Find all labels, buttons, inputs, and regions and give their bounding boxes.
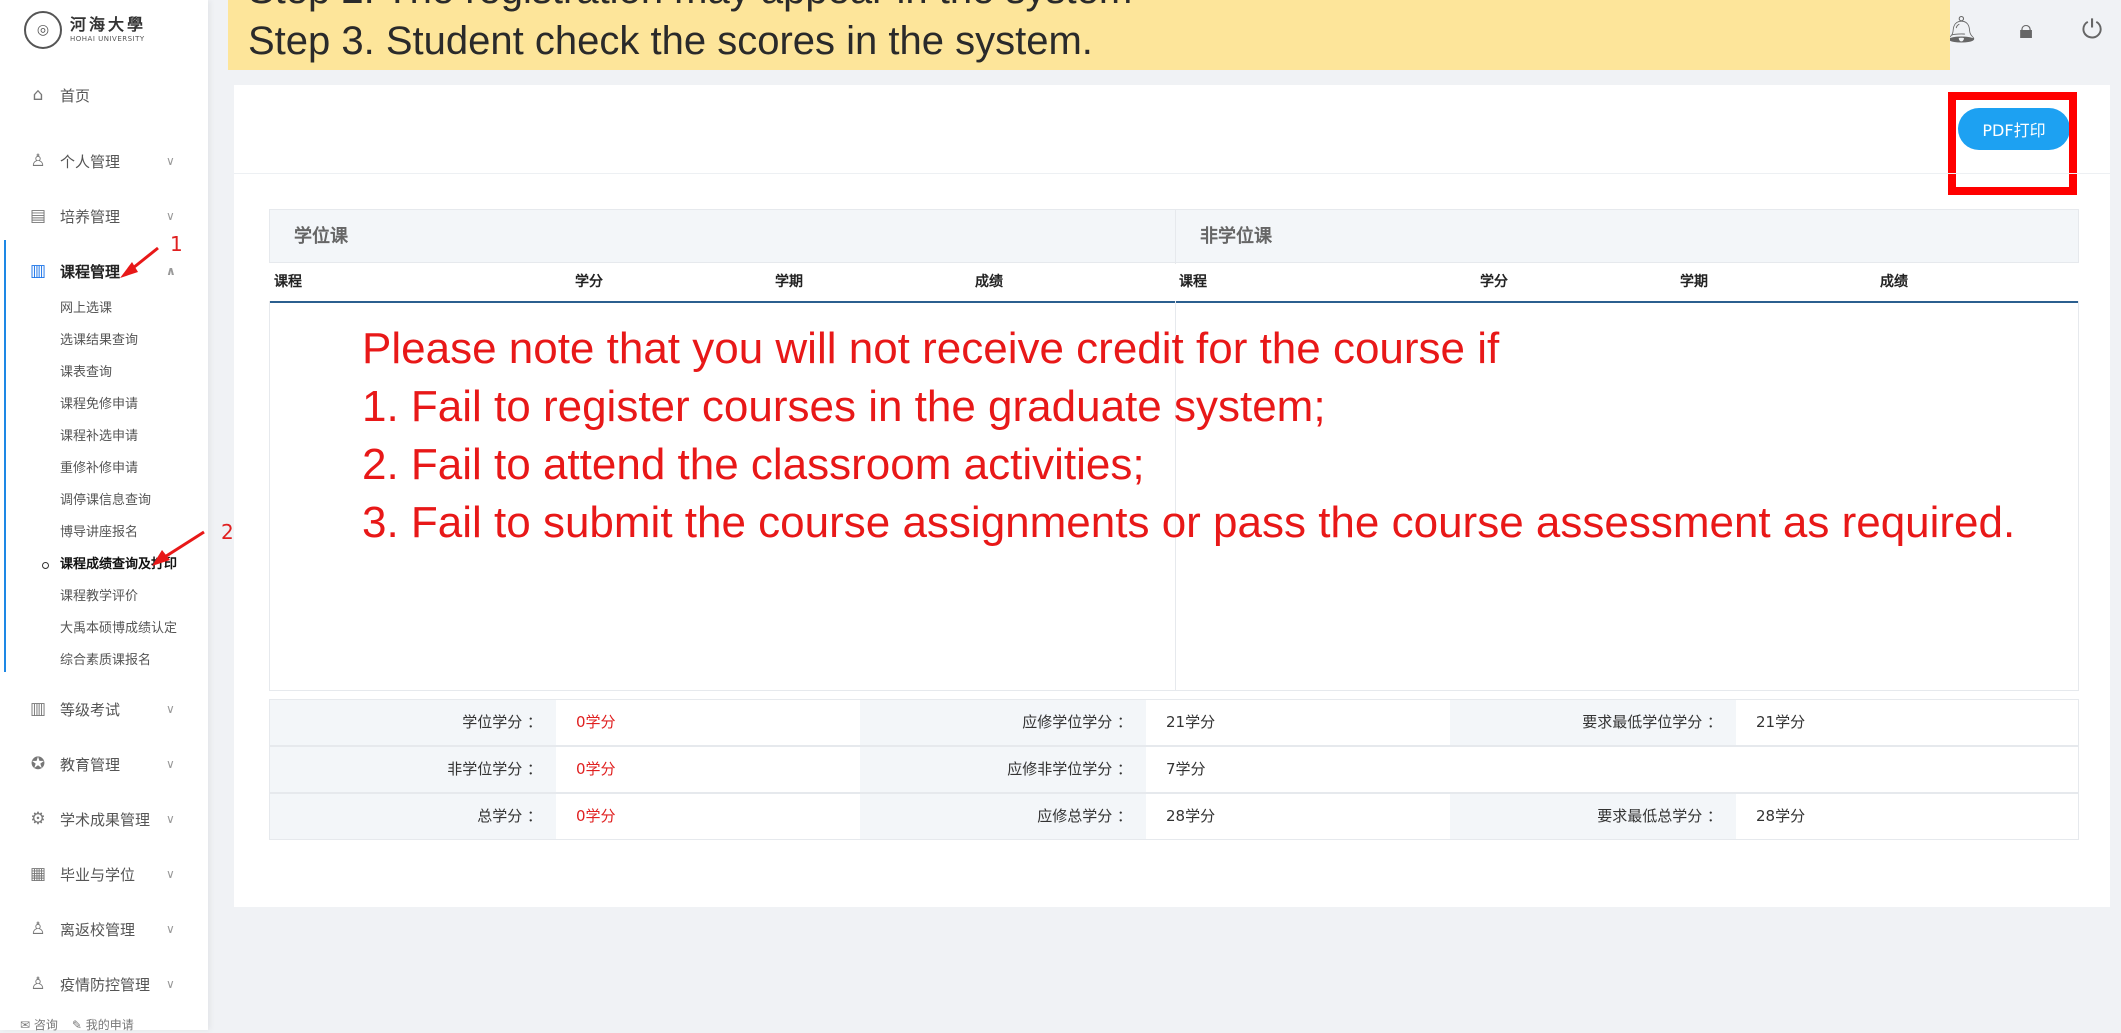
required-non-degree-credit-value: 7学分	[1146, 747, 2078, 792]
required-non-degree-credit-label: 应修非学位学分 ：	[860, 747, 1146, 792]
col-term[interactable]: 学期	[775, 263, 803, 301]
col-score[interactable]: 成绩	[975, 263, 1003, 301]
min-degree-credit-label: 要求最低学位学分 ：	[1450, 700, 1736, 745]
annotation-arrows	[120, 246, 205, 566]
col-course[interactable]: 课程	[1179, 263, 1207, 301]
power-icon[interactable]: ⏻	[2077, 15, 2107, 46]
header-tools: 🔔︎ 🔒︎ ⏻	[1945, 0, 2121, 60]
note-item-3: 3. Fail to submit the course assignments…	[362, 498, 2016, 547]
min-total-credit-label: 要求最低总学分 ：	[1450, 794, 1736, 839]
required-total-credit-value: 28学分	[1146, 794, 1450, 839]
card-divider	[234, 173, 2110, 174]
required-total-credit-label: 应修总学分 ：	[860, 794, 1146, 839]
table-column-header: 课程 学分 学期 成绩 课程 学分 学期 成绩	[269, 263, 2079, 303]
credit-warning-note: Please note that you will not receive cr…	[362, 320, 2015, 552]
pdf-print-button[interactable]: PDF打印	[1958, 108, 2070, 150]
non-degree-credit-label: 非学位学分 ：	[270, 747, 556, 792]
non-degree-credit-value: 0学分	[556, 747, 860, 792]
sidebar: ◎ 河海大學 HOHAI UNIVERSITY ⌂ 首页 ♙ 个人管理 ∨ ▤ …	[0, 0, 208, 1032]
col-term[interactable]: 学期	[1680, 263, 1708, 301]
total-credit-label: 总学分 ：	[270, 794, 556, 839]
degree-course-title: 学位课	[294, 226, 348, 247]
instruction-banner: Step 2. The registration may appear in t…	[228, 0, 1950, 70]
col-credit[interactable]: 学分	[575, 263, 603, 301]
degree-credit-value: 0学分	[556, 700, 860, 745]
banner-step-3: Step 3. Student check the scores in the …	[248, 19, 1093, 63]
summary-row-degree: 学位学分 ： 0学分 应修学位学分 ： 21学分 要求最低学位学分 ： 21学分	[269, 699, 2079, 746]
summary-row-total: 总学分 ： 0学分 应修总学分 ： 28学分 要求最低总学分 ： 28学分	[269, 793, 2079, 840]
col-score[interactable]: 成绩	[1880, 263, 1908, 301]
banner-step-2: Step 2. The registration may appear in t…	[248, 0, 1132, 13]
annotation-step-1: 1	[170, 232, 183, 256]
min-degree-credit-value: 21学分	[1736, 700, 2078, 745]
arrow-2-head	[152, 550, 170, 566]
note-item-2: 2. Fail to attend the classroom activiti…	[362, 440, 1145, 489]
col-course[interactable]: 课程	[274, 263, 302, 301]
required-degree-credit-label: 应修学位学分 ：	[860, 700, 1146, 745]
note-intro: Please note that you will not receive cr…	[362, 324, 1500, 373]
min-total-credit-value: 28学分	[1736, 794, 2078, 839]
table-section-header: 学位课 非学位课	[269, 209, 2080, 264]
col-credit[interactable]: 学分	[1480, 263, 1508, 301]
note-item-1: 1. Fail to register courses in the gradu…	[362, 382, 1326, 431]
summary-row-non-degree: 非学位学分 ： 0学分 应修非学位学分 ： 7学分	[269, 746, 2079, 793]
non-degree-course-title: 非学位课	[1175, 210, 2080, 264]
lock-icon[interactable]: 🔒︎	[2011, 15, 2041, 46]
required-degree-credit-value: 21学分	[1146, 700, 1450, 745]
total-credit-value: 0学分	[556, 794, 860, 839]
degree-credit-label: 学位学分 ：	[270, 700, 556, 745]
annotation-step-2: 2	[221, 520, 234, 544]
